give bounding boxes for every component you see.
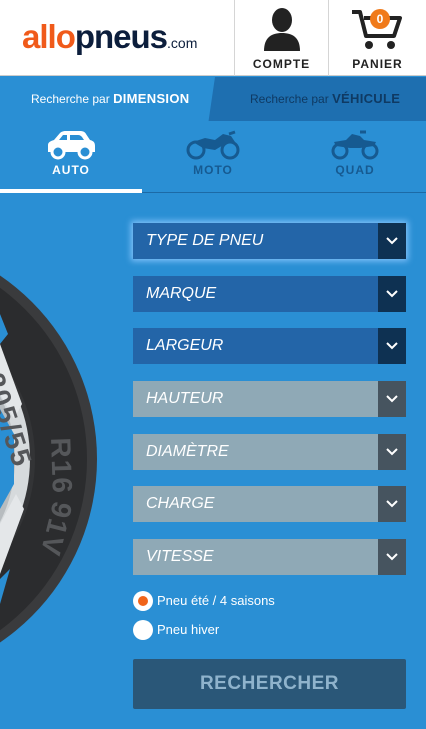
tab-auto-label: AUTO [52, 163, 90, 177]
vehicle-type-tabs: AUTO MOTO QUAD [0, 121, 426, 193]
motorcycle-icon [186, 130, 240, 160]
width-select-label: LARGEUR [146, 337, 224, 354]
radio-winter-label: Pneu hiver [157, 622, 220, 637]
speed-index-select-label: VITESSE [146, 548, 214, 565]
diameter-select-label: DIAMÈTRE [146, 443, 229, 460]
search-mode-bar: Recherche par DIMENSION Recherche par VÉ… [0, 77, 426, 121]
speed-index-select[interactable]: VITESSE [133, 539, 406, 575]
brand-select[interactable]: MARQUE [133, 276, 406, 312]
quad-icon [331, 130, 379, 160]
diameter-select[interactable]: DIAMÈTRE [133, 434, 406, 470]
tire-graphic [0, 275, 97, 643]
logo-allo: allo [22, 18, 76, 55]
radio-button-selected[interactable] [133, 591, 153, 611]
active-tab-indicator [0, 189, 142, 193]
radio-summer-label: Pneu été / 4 saisons [157, 593, 275, 608]
tire-type-select[interactable]: TYPE DE PNEU [133, 223, 406, 259]
tab-search-by-vehicle[interactable]: Recherche par VÉHICULE [216, 77, 426, 121]
tab-moto-label: MOTO [193, 163, 233, 177]
chevron-down-icon [378, 276, 406, 312]
logo-pneus: pneus [74, 18, 168, 55]
car-icon [48, 131, 95, 160]
tab-vehicle-label: VÉHICULE [332, 91, 401, 106]
chevron-down-icon [378, 539, 406, 575]
load-index-select-label: CHARGE [146, 495, 215, 512]
tab-vehicle-prefix: Recherche par [250, 92, 329, 106]
chevron-down-icon [378, 486, 406, 522]
tab-quad-label: QUAD [335, 163, 375, 177]
tab-auto[interactable]: AUTO [0, 121, 142, 193]
search-button[interactable]: RECHERCHER [133, 659, 406, 709]
account-label: COMPTE [252, 57, 311, 71]
header: allopneus.com COMPTE PANIER 0 [0, 0, 426, 76]
load-index-select[interactable]: CHARGE [133, 486, 406, 522]
account-button[interactable]: COMPTE [234, 0, 328, 76]
tire-illustration: 205/55 R16 91V [0, 194, 130, 729]
brand-select-label: MARQUE [146, 285, 217, 302]
cart-label: PANIER [352, 57, 403, 71]
logo-com: .com [167, 35, 198, 51]
tab-dimension-prefix: Recherche par [31, 92, 110, 106]
tab-quad[interactable]: QUAD [284, 121, 426, 193]
cart-count-badge: 0 [370, 9, 390, 29]
tab-dimension-label: DIMENSION [113, 91, 190, 106]
height-select-label: HAUTEUR [146, 390, 224, 407]
chevron-down-icon [378, 434, 406, 470]
chevron-down-icon [378, 381, 406, 417]
logo[interactable]: allopneus.com [22, 20, 197, 53]
tire-type-select-label: TYPE DE PNEU [146, 232, 264, 249]
tab-search-by-dimension[interactable]: Recherche par DIMENSION [0, 77, 215, 121]
width-select[interactable]: LARGEUR [133, 328, 406, 364]
radio-button[interactable] [133, 620, 153, 640]
chevron-down-icon [378, 223, 406, 259]
tab-moto[interactable]: MOTO [142, 121, 284, 193]
chevron-down-icon [378, 328, 406, 364]
height-select[interactable]: HAUTEUR [133, 381, 406, 417]
user-icon [263, 8, 300, 51]
